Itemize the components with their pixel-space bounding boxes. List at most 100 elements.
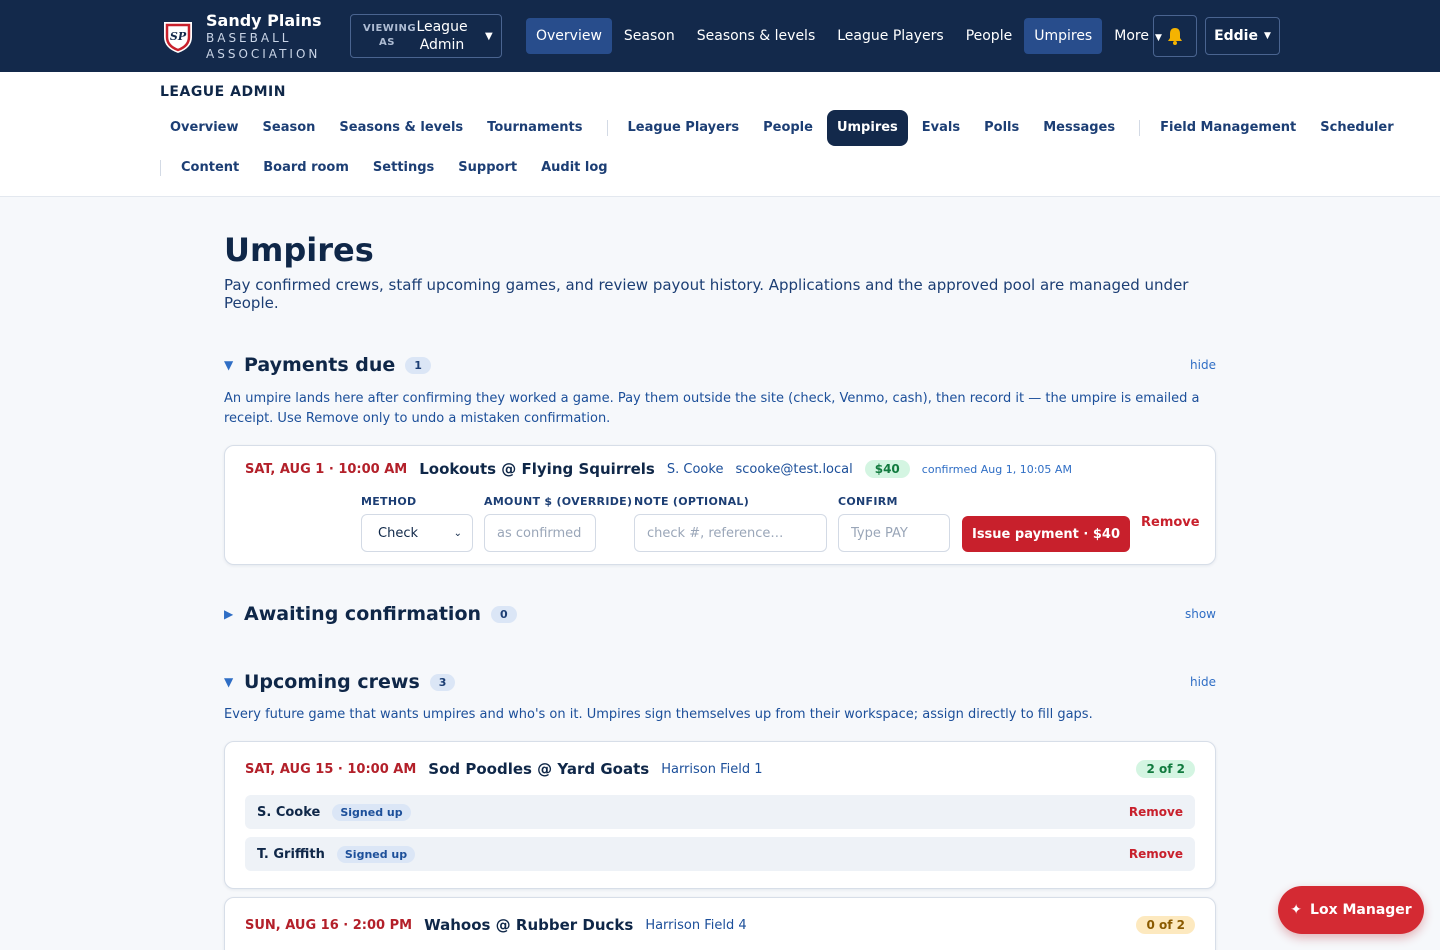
umpire-name: S. Cooke bbox=[257, 804, 321, 820]
subnav-umpires[interactable]: Umpires bbox=[826, 110, 908, 146]
section-count: 0 bbox=[491, 605, 517, 623]
section-toggle[interactable]: show bbox=[1185, 607, 1216, 621]
subnav-row-1: Overview Season Seasons & levels Tournam… bbox=[160, 110, 1408, 146]
section-title: Awaiting confirmation bbox=[244, 603, 482, 625]
chevron-down-icon: ⌄ bbox=[453, 527, 462, 539]
amount-badge: $40 bbox=[864, 460, 910, 478]
amount-override-label: AMOUNT $ (OVERRIDE) bbox=[484, 495, 633, 508]
issue-payment-button[interactable]: Issue payment · $40 bbox=[962, 516, 1130, 552]
triangle-right-icon: ▶ bbox=[224, 607, 234, 621]
sparkle-icon: ✦ bbox=[1290, 902, 1303, 918]
game-field: Harrison Field 1 bbox=[661, 761, 763, 777]
umpire-row: S. Cooke Signed up Remove bbox=[245, 795, 1195, 829]
subnav-row-2: Content Board room Settings Support Audi… bbox=[160, 150, 622, 186]
upcoming-crews-description: Every future game that wants umpires and… bbox=[224, 707, 1093, 722]
triangle-down-icon: ▼ bbox=[224, 358, 234, 372]
topnav-season[interactable]: Season bbox=[614, 18, 685, 54]
section-title: Payments due bbox=[244, 354, 396, 376]
viewing-as-value: League Admin bbox=[416, 19, 468, 53]
shield-logo-icon: SP bbox=[164, 22, 192, 53]
game-matchup: Wahoos @ Rubber Ducks bbox=[424, 916, 634, 934]
remove-umpire-button[interactable]: Remove bbox=[1129, 847, 1183, 861]
subnav-support[interactable]: Support bbox=[448, 150, 527, 186]
section-toggle[interactable]: hide bbox=[1190, 675, 1216, 689]
page-header: Umpires Pay confirmed crews, staff upcom… bbox=[224, 230, 1216, 312]
subnav-polls[interactable]: Polls bbox=[974, 110, 1029, 146]
subnav-title: LEAGUE ADMIN bbox=[160, 84, 286, 100]
payments-due-description: An umpire lands here after confirming th… bbox=[224, 391, 1200, 426]
page-title: Umpires bbox=[224, 231, 374, 269]
status-badge: Signed up bbox=[336, 845, 416, 863]
section-count: 1 bbox=[405, 356, 431, 374]
caret-down-icon: ▼ bbox=[1263, 31, 1271, 41]
user-menu-button[interactable]: Eddie ▼ bbox=[1205, 17, 1280, 55]
note-input[interactable] bbox=[634, 514, 827, 552]
brand-sub: BASEBALL bbox=[206, 31, 292, 45]
subnav-content[interactable]: Content bbox=[171, 150, 249, 186]
topnav-seasons-levels[interactable]: Seasons & levels bbox=[687, 18, 826, 54]
subnav-people[interactable]: People bbox=[753, 110, 823, 146]
viewing-as-switcher[interactable]: VIEWING AS League Admin ▼ bbox=[350, 14, 502, 58]
subnav-evals[interactable]: Evals bbox=[912, 110, 970, 146]
subnav-league-players[interactable]: League Players bbox=[618, 110, 750, 146]
top-nav: Overview Season Seasons & levels League … bbox=[526, 18, 1174, 54]
confirmed-timestamp: confirmed Aug 1, 10:05 AM bbox=[921, 462, 1072, 476]
payment-card: SAT, AUG 1 · 10:00 AM Lookouts @ Flying … bbox=[224, 445, 1216, 565]
svg-text:SP: SP bbox=[170, 30, 187, 43]
game-datetime: SAT, AUG 1 · 10:00 AM bbox=[245, 461, 408, 477]
method-select[interactable]: Check ⌄ bbox=[361, 514, 473, 552]
game-field: Harrison Field 4 bbox=[645, 917, 747, 933]
top-bar: SP Sandy Plains BASEBALL ASSOCIATION VIE… bbox=[0, 0, 1440, 72]
confirm-pay-input[interactable] bbox=[838, 514, 950, 552]
bell-icon bbox=[1168, 28, 1182, 45]
status-badge: Signed up bbox=[332, 803, 411, 821]
section-toggle[interactable]: hide bbox=[1190, 358, 1216, 372]
subnav-tournaments[interactable]: Tournaments bbox=[477, 110, 592, 146]
confirm-label: CONFIRM bbox=[838, 495, 898, 508]
lox-manager-button[interactable]: ✦ Lox Manager bbox=[1278, 886, 1424, 934]
subnav-board-room[interactable]: Board room bbox=[253, 150, 359, 186]
subnav-field-management[interactable]: Field Management bbox=[1150, 110, 1306, 146]
crew-fill-badge: 2 of 2 bbox=[1136, 760, 1195, 778]
note-label: NOTE (OPTIONAL) bbox=[634, 495, 750, 508]
subnav-settings[interactable]: Settings bbox=[363, 150, 444, 186]
viewing-as-label: VIEWING AS bbox=[363, 23, 417, 48]
remove-umpire-button[interactable]: Remove bbox=[1129, 805, 1183, 819]
topnav-umpires[interactable]: Umpires bbox=[1024, 18, 1103, 54]
subnav-audit-log[interactable]: Audit log bbox=[531, 150, 618, 186]
topnav-league-players[interactable]: League Players bbox=[827, 18, 953, 54]
amount-override-input[interactable] bbox=[484, 514, 596, 552]
crew-fill-badge: 0 of 2 bbox=[1136, 916, 1195, 934]
awaiting-confirmation-header[interactable]: ▶ Awaiting confirmation 0 show bbox=[224, 603, 1216, 625]
game-datetime: SUN, AUG 16 · 2:00 PM bbox=[245, 917, 413, 933]
game-matchup: Sod Poodles @ Yard Goats bbox=[428, 760, 650, 778]
subnav-scheduler[interactable]: Scheduler bbox=[1310, 110, 1403, 146]
triangle-down-icon: ▼ bbox=[224, 675, 234, 689]
umpire-row: T. Griffith Signed up Remove bbox=[245, 837, 1195, 871]
umpire-email: scooke@test.local bbox=[735, 461, 853, 477]
caret-down-icon: ▼ bbox=[485, 30, 493, 42]
divider bbox=[160, 160, 161, 176]
subnav-seasons-levels[interactable]: Seasons & levels bbox=[329, 110, 473, 146]
remove-payment-button[interactable]: Remove bbox=[1141, 515, 1200, 530]
subnav-overview[interactable]: Overview bbox=[160, 110, 249, 146]
crew-card: SUN, AUG 16 · 2:00 PM Wahoos @ Rubber Du… bbox=[224, 897, 1216, 950]
page-lead: Pay confirmed crews, staff upcoming game… bbox=[224, 276, 1189, 312]
topnav-overview[interactable]: Overview bbox=[526, 18, 612, 54]
crew-card: SAT, AUG 15 · 10:00 AM Sod Poodles @ Yar… bbox=[224, 741, 1216, 889]
brand[interactable]: SP Sandy Plains BASEBALL ASSOCIATION bbox=[162, 12, 322, 62]
brand-sub: ASSOCIATION bbox=[206, 47, 321, 61]
subnav-messages[interactable]: Messages bbox=[1033, 110, 1125, 146]
section-title: Upcoming crews bbox=[244, 671, 420, 693]
divider bbox=[606, 120, 608, 136]
topnav-people[interactable]: People bbox=[956, 18, 1023, 54]
notifications-button[interactable] bbox=[1153, 15, 1197, 57]
method-label: METHOD bbox=[361, 495, 417, 508]
umpire-name: S. Cooke bbox=[666, 461, 724, 477]
subnav-season[interactable]: Season bbox=[253, 110, 326, 146]
payments-due-header[interactable]: ▼ Payments due 1 hide bbox=[224, 354, 1216, 376]
brand-name: Sandy Plains bbox=[206, 11, 322, 30]
game-matchup: Lookouts @ Flying Squirrels bbox=[419, 460, 655, 478]
upcoming-crews-header[interactable]: ▼ Upcoming crews 3 hide bbox=[224, 671, 1216, 693]
section-count: 3 bbox=[429, 673, 456, 691]
